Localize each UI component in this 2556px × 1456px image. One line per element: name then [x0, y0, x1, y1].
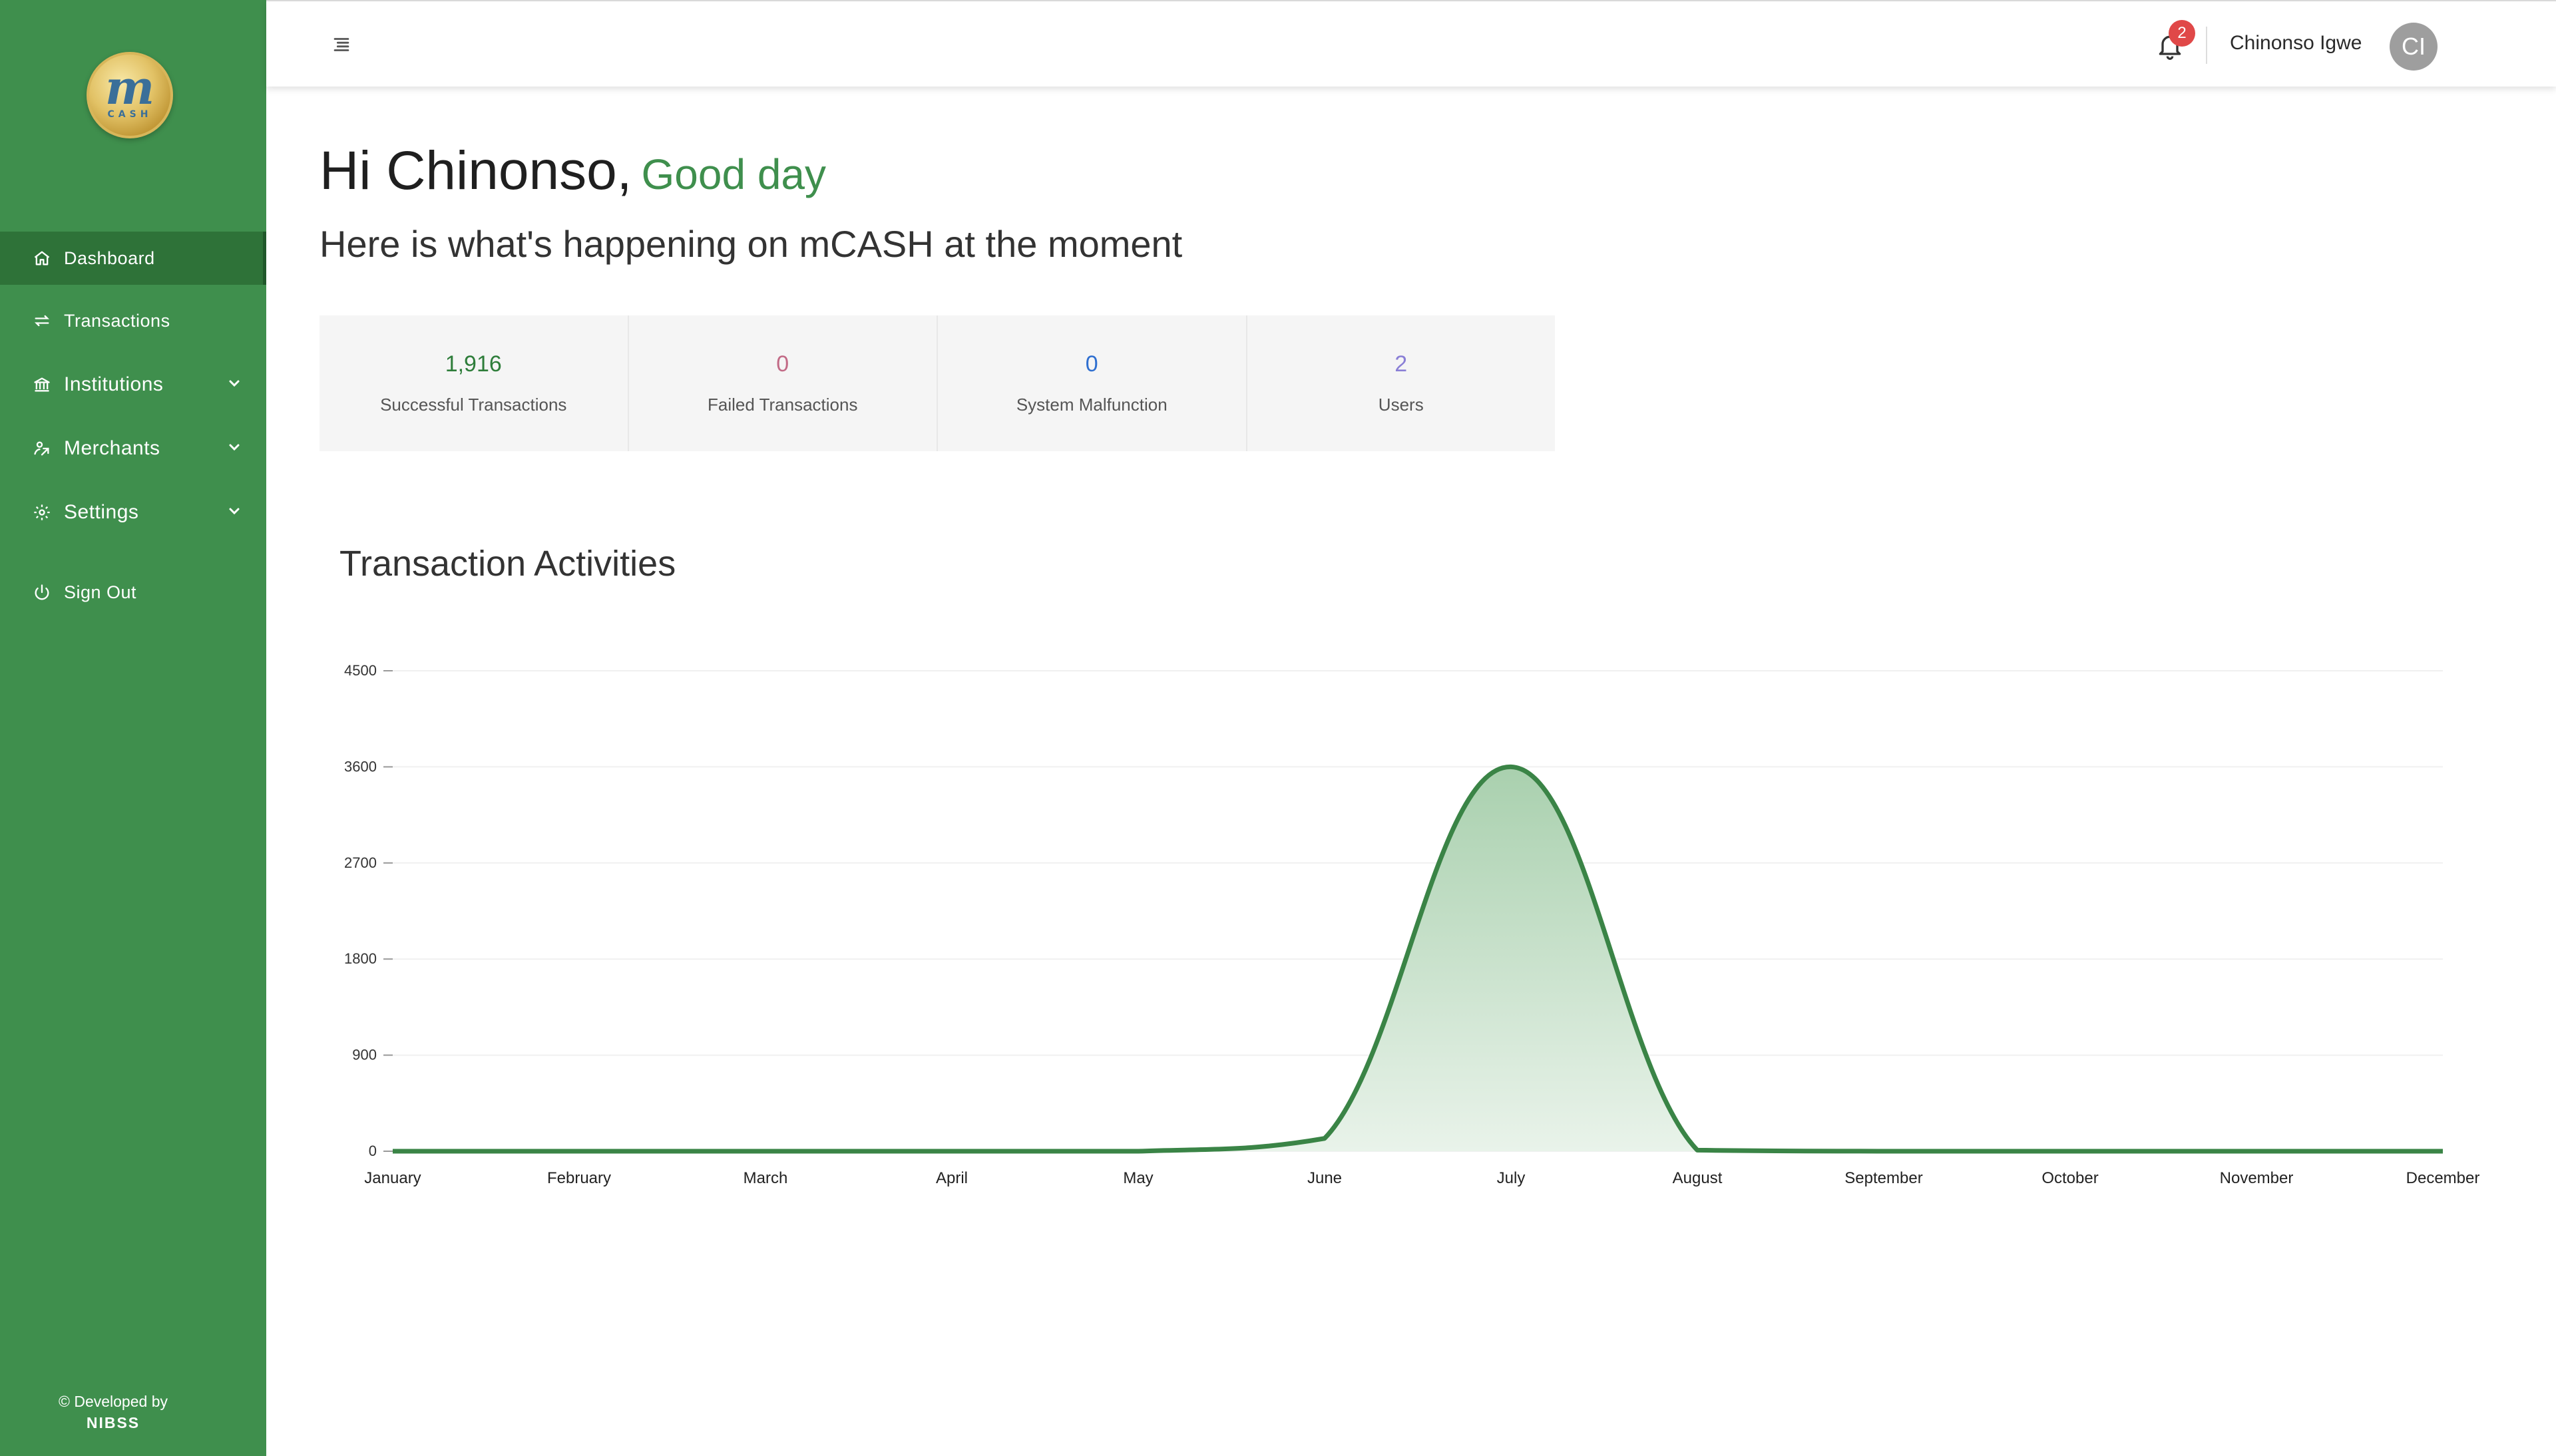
home-icon: [32, 248, 52, 268]
sidebar-item-label: Settings: [64, 501, 139, 523]
stat-label: Failed Transactions: [708, 395, 858, 415]
power-icon: [32, 582, 52, 602]
y-tick-label: 3600: [344, 758, 377, 775]
sidebar-item-merchants[interactable]: Merchants: [0, 422, 266, 475]
x-tick-label: February: [547, 1169, 611, 1187]
x-tick-label: October: [2041, 1169, 2098, 1187]
gear-icon: [32, 502, 52, 522]
sidebar-item-label: Dashboard: [64, 248, 155, 268]
stat-label: Successful Transactions: [380, 395, 567, 415]
sidebar-item-label: Transactions: [64, 310, 170, 331]
greeting-good-day: Good day: [641, 150, 826, 198]
sidebar-item-dashboard[interactable]: Dashboard: [0, 232, 266, 285]
stats-panel: 1,916 Successful Transactions 0 Failed T…: [320, 315, 1555, 451]
stat-label: System Malfunction: [1016, 395, 1168, 415]
page-subtitle: Here is what's happening on mCASH at the…: [320, 223, 1183, 265]
merchant-icon: [32, 439, 52, 458]
stat-system-malfunction: 0 System Malfunction: [938, 315, 1247, 451]
chevron-down-icon[interactable]: [226, 503, 242, 519]
y-tick-label: 900: [352, 1047, 377, 1063]
stat-label: Users: [1378, 395, 1424, 415]
stat-value: 0: [1085, 351, 1098, 377]
logo-letter: m: [105, 60, 155, 115]
top-bar: 2 Chinonso Igwe CI: [266, 0, 2556, 87]
chevron-down-icon[interactable]: [226, 375, 242, 391]
sidebar-item-institutions[interactable]: Institutions: [0, 358, 266, 411]
x-tick-label: March: [744, 1169, 788, 1187]
y-tick-label: 0: [369, 1143, 377, 1159]
sidebar-item-label: Institutions: [64, 373, 164, 395]
stat-successful-transactions: 1,916 Successful Transactions: [320, 315, 629, 451]
logo-text: CASH: [107, 109, 152, 120]
user-name[interactable]: Chinonso Igwe: [2230, 32, 2362, 55]
x-tick-label: September: [1844, 1169, 1922, 1187]
greeting-name: Hi Chinonso,: [320, 140, 632, 201]
x-tick-label: May: [1123, 1169, 1153, 1187]
x-tick-label: July: [1497, 1169, 1526, 1187]
x-tick-label: April: [936, 1169, 968, 1187]
menu-toggle-icon[interactable]: [330, 33, 353, 56]
sidebar-item-sign-out[interactable]: Sign Out: [0, 566, 266, 619]
x-tick-label: November: [2220, 1169, 2294, 1187]
notification-badge: 2: [2169, 20, 2195, 47]
x-tick-label: August: [1673, 1169, 1723, 1187]
developer-credit: © Developed by NIBSS: [0, 1391, 226, 1433]
sidebar-item-label: Merchants: [64, 437, 160, 459]
y-tick-label: 1800: [344, 950, 377, 967]
sidebar-item-transactions[interactable]: Transactions: [0, 294, 266, 347]
x-tick-label: June: [1307, 1169, 1342, 1187]
divider: [2206, 27, 2207, 64]
stat-value: 0: [776, 351, 789, 377]
mcash-logo[interactable]: m CASH: [87, 52, 173, 138]
sidebar-item-label: Sign Out: [64, 582, 137, 602]
stat-value: 2: [1394, 351, 1408, 377]
page-title: Hi Chinonso, Good day: [320, 140, 826, 202]
bank-icon: [32, 375, 52, 395]
chart-title: Transaction Activities: [339, 544, 676, 584]
sidebar: m CASH Dashboard Transactions Institutio…: [0, 0, 266, 1456]
credit-org: NIBSS: [86, 1414, 140, 1431]
x-tick-label: December: [2406, 1169, 2480, 1187]
y-tick-label: 2700: [344, 854, 377, 871]
sidebar-item-settings[interactable]: Settings: [0, 486, 266, 539]
transaction-activities-chart: 0 900 1800 2700 3600 4500 January February March…: [344, 662, 2480, 1187]
stat-users: 2 Users: [1247, 315, 1556, 451]
stat-value: 1,916: [445, 351, 502, 377]
y-tick-label: 4500: [344, 662, 377, 679]
x-tick-label: January: [364, 1169, 421, 1187]
avatar[interactable]: CI: [2390, 23, 2438, 71]
chevron-down-icon[interactable]: [226, 439, 242, 455]
swap-icon: [32, 311, 52, 331]
stat-failed-transactions: 0 Failed Transactions: [629, 315, 938, 451]
credit-line: © Developed by: [59, 1393, 168, 1410]
